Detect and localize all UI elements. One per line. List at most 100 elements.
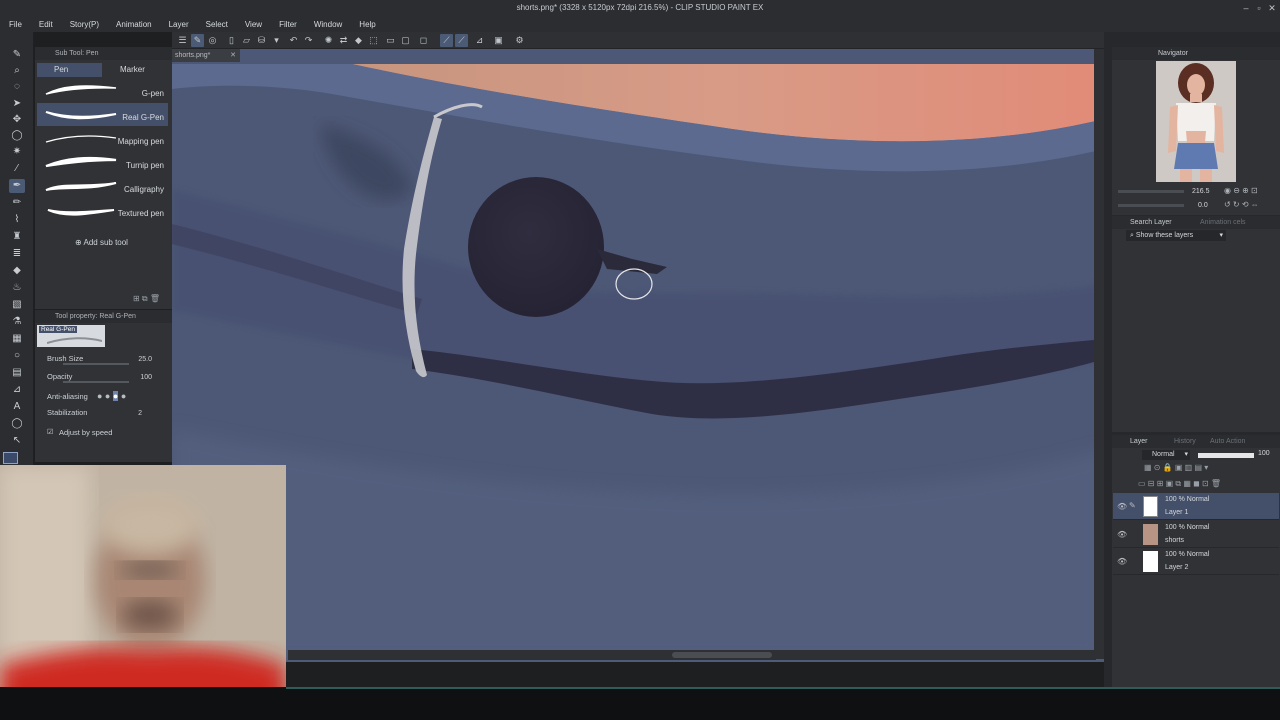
antialiasing-row[interactable]: Anti-aliasing ● ● ● ● bbox=[39, 390, 168, 406]
eraser-icon[interactable]: ◆ bbox=[9, 264, 25, 278]
redo-icon[interactable]: ↷ bbox=[302, 34, 315, 47]
pencil-icon[interactable]: ✏ bbox=[9, 196, 25, 210]
rotate-slider[interactable] bbox=[1118, 204, 1184, 207]
undo-icon[interactable]: ↶ bbox=[287, 34, 300, 47]
stabilization-value[interactable]: 2 bbox=[138, 410, 142, 417]
layer-opacity-value[interactable]: 100 bbox=[1258, 450, 1270, 457]
rotate-value[interactable]: 0.0 bbox=[1198, 202, 1208, 209]
open-folder-icon[interactable]: ▱ bbox=[240, 34, 253, 47]
tab-history[interactable]: History bbox=[1174, 435, 1196, 448]
clear-icon[interactable]: ▭ bbox=[384, 34, 397, 47]
blend-mode-dropdown[interactable]: Normal ▾ bbox=[1142, 450, 1190, 460]
clipboard-icon[interactable]: ▣ bbox=[492, 34, 505, 47]
opacity-value[interactable]: 100 bbox=[140, 374, 152, 381]
special-ruler-snap-icon[interactable]: ⟋ bbox=[455, 34, 468, 47]
brush-item-real-g-pen[interactable]: Real G-Pen bbox=[37, 103, 168, 126]
brush-size-slider[interactable] bbox=[63, 363, 129, 365]
minimize-icon[interactable]: – bbox=[1240, 2, 1252, 14]
layer-lock-icons[interactable]: ▦ ⊙ 🔒 ▣ ▥ ▤ ▾ bbox=[1144, 463, 1208, 472]
maximize-icon[interactable]: ▫ bbox=[1253, 2, 1265, 14]
brush-item-textured-pen[interactable]: Textured pen bbox=[37, 199, 168, 222]
close-icon[interactable]: ✕ bbox=[1266, 2, 1278, 14]
eyedropper-icon[interactable]: ⁄ bbox=[9, 162, 25, 176]
navigator-zoom-buttons[interactable]: ◉ ⊖ ⊕ ⊡ bbox=[1224, 186, 1258, 195]
eye-icon[interactable]: 👁 bbox=[1117, 530, 1127, 539]
opacity-slider[interactable] bbox=[63, 381, 129, 383]
magic-wand-icon[interactable]: ✷ bbox=[9, 145, 25, 159]
layer-row-layer-2[interactable]: 👁 100 % Normal Layer 2 bbox=[1113, 548, 1279, 575]
tab-auto-action[interactable]: Auto Action bbox=[1210, 435, 1245, 448]
main-color-swatch[interactable] bbox=[3, 452, 18, 464]
menu-icon[interactable]: ☰ bbox=[176, 34, 189, 47]
decoration-icon[interactable]: ≣ bbox=[9, 247, 25, 261]
save-icon[interactable]: ⛁ bbox=[255, 34, 268, 47]
vertical-scrollbar[interactable] bbox=[1094, 49, 1104, 659]
new-file-icon[interactable]: ▯ bbox=[225, 34, 238, 47]
menu-file[interactable]: File bbox=[0, 20, 30, 29]
move-icon[interactable]: ✥ bbox=[9, 113, 25, 127]
checkbox-checked-icon[interactable]: ☑ bbox=[47, 428, 53, 436]
layer-action-icons[interactable]: ▭ ⊟ ⊞ ▣ ⧉ ▦ ◼ ⊡ 🗑 bbox=[1138, 479, 1221, 489]
lasso-icon[interactable]: ◌ bbox=[9, 80, 25, 94]
stabilization-row[interactable]: Stabilization 2 bbox=[39, 406, 168, 422]
correct-line-icon[interactable]: ↖ bbox=[9, 434, 25, 448]
menu-select[interactable]: Select bbox=[197, 20, 236, 29]
loading-icon[interactable]: ✺ bbox=[322, 34, 335, 47]
eye-icon[interactable]: 👁 bbox=[1117, 502, 1127, 511]
navigator-preview[interactable] bbox=[1156, 61, 1236, 182]
layer-opacity-slider[interactable] bbox=[1198, 453, 1254, 458]
eye-icon[interactable]: 👁 bbox=[1117, 557, 1127, 566]
gradient-icon[interactable]: ▦ bbox=[9, 332, 25, 346]
brush-item-turnip-pen[interactable]: Turnip pen bbox=[37, 151, 168, 174]
brush-item-calligraphy[interactable]: Calligraphy bbox=[37, 175, 168, 198]
tab-pen[interactable]: Pen bbox=[37, 63, 102, 77]
dropdown-icon[interactable]: ▾ bbox=[270, 34, 283, 47]
balloon-icon[interactable]: ◯ bbox=[9, 417, 25, 431]
fill-icon[interactable]: ▧ bbox=[9, 298, 25, 312]
pen-icon[interactable]: ✒ bbox=[9, 179, 25, 193]
object-icon[interactable]: ➤ bbox=[9, 97, 25, 111]
brush-size-value[interactable]: 25.0 bbox=[138, 356, 152, 363]
menu-layer[interactable]: Layer bbox=[160, 20, 197, 29]
artwork-canvas[interactable] bbox=[172, 49, 1104, 662]
layer-row-shorts[interactable]: 👁 100 % Normal shorts bbox=[1113, 521, 1279, 548]
menu-window[interactable]: Window bbox=[305, 20, 350, 29]
selection-icon[interactable]: ◯ bbox=[9, 129, 25, 143]
deselect-icon[interactable]: ▢ bbox=[399, 34, 412, 47]
antialiasing-options[interactable]: ● ● ● ● bbox=[97, 391, 126, 401]
layer-filter-dropdown[interactable]: ⌕ Show these layers ▾ bbox=[1126, 230, 1226, 241]
adjust-by-speed-row[interactable]: ☑ Adjust by speed bbox=[39, 426, 168, 442]
opacity-row[interactable]: Opacity 100 bbox=[39, 370, 168, 386]
target-icon[interactable]: ◎ bbox=[206, 34, 219, 47]
transfer-icon[interactable]: ⇄ bbox=[337, 34, 350, 47]
menu-edit[interactable]: Edit bbox=[30, 20, 61, 29]
grid-snap-icon[interactable]: ⊿ bbox=[473, 34, 486, 47]
blend-icon[interactable]: ♨ bbox=[9, 281, 25, 295]
brush-size-row[interactable]: Brush Size 25.0 bbox=[39, 352, 168, 368]
zoom-value[interactable]: 216.5 bbox=[1192, 188, 1210, 195]
layer-row-layer-1[interactable]: 👁 ✎ 100 % Normal Layer 1 bbox=[1113, 493, 1279, 520]
text-icon[interactable]: A bbox=[9, 400, 25, 414]
pen-mode-icon[interactable]: ✎ bbox=[191, 34, 204, 47]
fill-bucket-icon[interactable]: ⚗ bbox=[9, 315, 25, 329]
menu-story[interactable]: Story(P) bbox=[61, 20, 107, 29]
navigator-rotate-buttons[interactable]: ↺ ↻ ⟲ ⇔ bbox=[1224, 200, 1259, 209]
ruler-icon[interactable]: ⊿ bbox=[9, 383, 25, 397]
close-tab-icon[interactable]: ✕ bbox=[230, 49, 236, 62]
zoom-icon[interactable]: ⌕ bbox=[9, 64, 25, 78]
navigator-tab[interactable]: Navigator bbox=[1112, 47, 1280, 60]
document-tab[interactable]: shorts.png* ✕ bbox=[172, 49, 240, 62]
select-all-icon[interactable]: ◻ bbox=[417, 34, 430, 47]
canvas[interactable] bbox=[172, 49, 1104, 662]
settings-icon[interactable]: ⚙ bbox=[513, 34, 526, 47]
pen-tool-icon[interactable]: ✎ bbox=[9, 48, 25, 62]
scroll-thumb[interactable] bbox=[672, 652, 772, 658]
ruler-snap-icon[interactable]: ⟋ bbox=[440, 34, 453, 47]
frame-icon[interactable]: ▤ bbox=[9, 366, 25, 380]
add-subtool-button[interactable]: ⊕ Add sub tool bbox=[75, 238, 128, 247]
menu-animation[interactable]: Animation bbox=[107, 20, 160, 29]
tab-layer[interactable]: Layer bbox=[1130, 435, 1148, 448]
tab-marker[interactable]: Marker bbox=[103, 63, 169, 77]
transform-icon[interactable]: ⬚ bbox=[367, 34, 380, 47]
menu-filter[interactable]: Filter bbox=[270, 20, 305, 29]
